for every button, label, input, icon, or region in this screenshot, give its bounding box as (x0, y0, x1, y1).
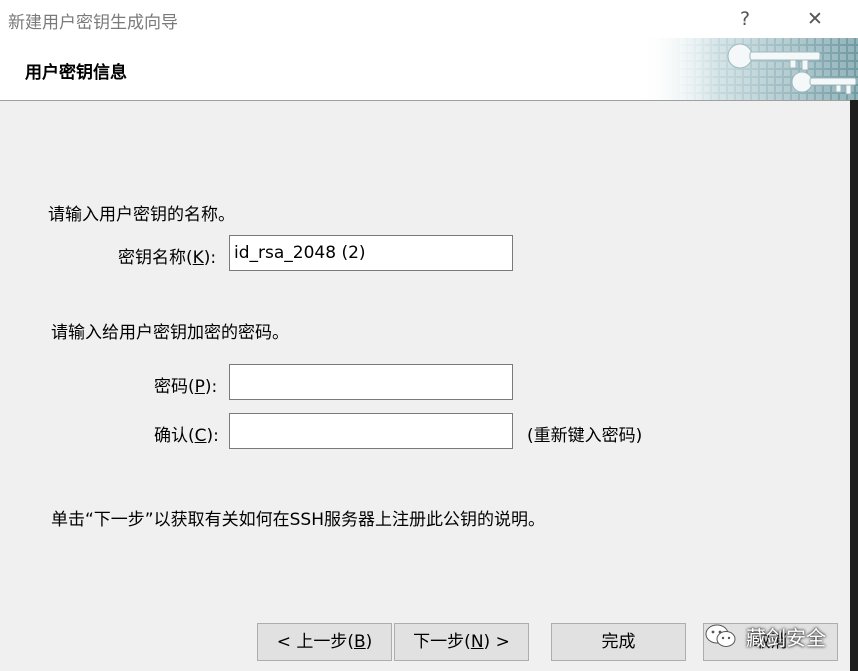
key-name-label: 密钥名称(K): (118, 248, 217, 268)
background-window-edge (850, 100, 858, 671)
window-title: 新建用户密钥生成向导 (8, 13, 178, 33)
key-name-input[interactable] (229, 235, 513, 271)
password-label: 密码(P): (154, 377, 218, 397)
wizard-header: 用户密钥信息 (0, 38, 858, 100)
password-input[interactable] (229, 364, 513, 400)
retype-hint: (重新键入密码) (527, 426, 643, 446)
help-button[interactable]: ? (728, 5, 762, 33)
page-title: 用户密钥信息 (25, 63, 127, 83)
watermark-text: 藏剑安全 (746, 626, 826, 650)
next-button[interactable]: 下一步(N) > (394, 623, 529, 661)
back-button[interactable]: < 上一步(B) (257, 623, 392, 661)
keys-banner-icon (640, 38, 858, 100)
confirm-password-input[interactable] (229, 413, 513, 449)
name-prompt: 请输入用户密钥的名称。 (48, 205, 235, 225)
header-divider (0, 100, 858, 101)
close-button[interactable]: ✕ (798, 5, 832, 33)
wechat-icon (705, 624, 736, 647)
finish-button[interactable]: 完成 (551, 623, 686, 661)
password-prompt: 请输入给用户密钥加密的密码。 (51, 323, 289, 343)
title-bar: 新建用户密钥生成向导 ? ✕ (0, 0, 858, 38)
instruction-text: 单击“下一步”以获取有关如何在SSH服务器上注册此公钥的说明。 (51, 510, 545, 530)
confirm-label: 确认(C): (154, 426, 219, 446)
